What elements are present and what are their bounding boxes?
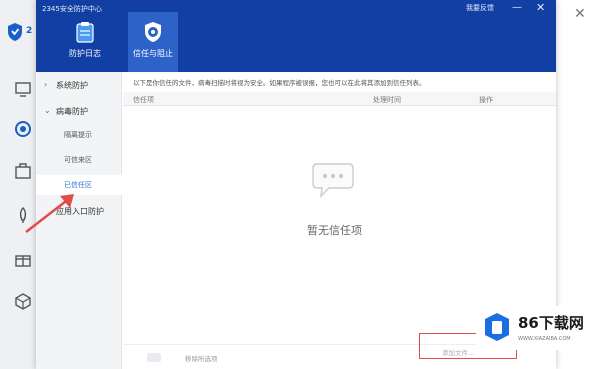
sidebar-group-system-protection[interactable]: › 系统防护: [36, 80, 122, 94]
empty-chat-bubble-icon: [312, 163, 354, 198]
app-logo-text: 2: [26, 26, 33, 36]
close-button[interactable]: ✕: [536, 1, 545, 14]
shield-scan-icon[interactable]: [14, 120, 32, 138]
sidebar-item-quarantine[interactable]: 隔离提示: [36, 125, 122, 145]
gift-icon[interactable]: [14, 250, 32, 268]
notice-text: 以下是你信任的文件，病毒扫描时将视为安全。如果程序被误报，您也可以在此将其添加到…: [133, 79, 426, 87]
tab-trust-and-block[interactable]: 信任与阻止: [128, 12, 178, 72]
select-all-checkbox[interactable]: [147, 353, 161, 362]
tab-protection-log[interactable]: 防护日志: [60, 12, 110, 72]
sidebar-group-label: 系统防护: [56, 81, 88, 90]
feedback-link[interactable]: 我要反馈: [466, 3, 494, 13]
column-header-action: 操作: [479, 96, 493, 104]
shield-gear-icon: [145, 22, 161, 42]
annotation-arrow-icon: [25, 194, 74, 233]
watermark-logo-icon: [485, 313, 509, 341]
chevron-right-icon: ›: [44, 80, 48, 89]
monitor-icon[interactable]: [14, 80, 32, 98]
sidebar-item-trusted-source[interactable]: 可信来区: [36, 150, 122, 170]
tab-label: 防护日志: [69, 49, 101, 58]
column-header-trust-item: 信任项: [133, 96, 154, 104]
sidebar-group-label: 病毒防护: [56, 107, 88, 116]
app-logo-icon: [8, 23, 22, 41]
empty-state-text: 暂无信任项: [307, 224, 362, 237]
remove-selected-button[interactable]: 移除所选项: [185, 353, 218, 363]
cube-icon[interactable]: [14, 292, 32, 310]
watermark: 86下载网 WWW.XIAZAIBA.COM: [476, 306, 596, 350]
add-file-label: 添加文件...: [442, 349, 475, 357]
column-header-time: 处理时间: [373, 96, 401, 104]
screen: 2 ✕ 2345安全防护中心 我要反馈 — ✕ 防护日志 信任与阻止 › 系统防…: [0, 0, 596, 369]
watermark-subtitle: WWW.XIAZAIBA.COM: [518, 336, 571, 342]
minimize-button[interactable]: —: [512, 2, 522, 13]
background-close-icon[interactable]: ✕: [574, 6, 586, 22]
table-header: 信任项 处理时间 操作: [123, 92, 556, 106]
tab-label: 信任与阻止: [133, 49, 173, 58]
chevron-down-icon: ⌄: [44, 106, 51, 115]
dialog-titlebar: 2345安全防护中心 我要反馈 — ✕ 防护日志 信任与阻止: [36, 0, 556, 72]
toolbox-icon[interactable]: [14, 162, 32, 180]
watermark-title: 86下载网: [518, 314, 584, 332]
sidebar-group-virus-protection[interactable]: ⌄ 病毒防护: [36, 106, 122, 120]
clipboard-icon: [76, 22, 94, 43]
